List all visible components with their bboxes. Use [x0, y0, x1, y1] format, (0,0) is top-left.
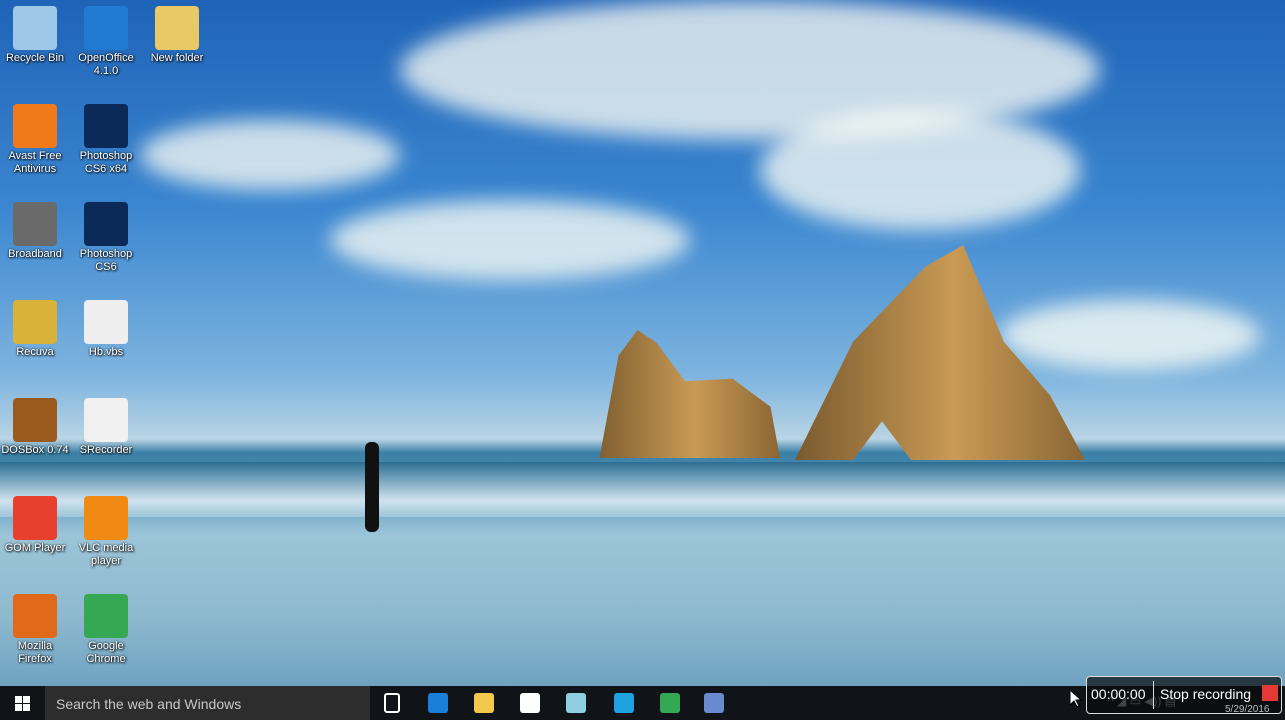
mouse-cursor-icon	[1070, 690, 1082, 708]
recorder-overlay: 00:00:00 Stop recording 5/29/2016	[1086, 676, 1282, 715]
desktop-icon[interactable]: GOM Player	[0, 496, 70, 555]
file-explorer-icon[interactable]	[474, 693, 494, 713]
desktop-icon-label: Broadband	[8, 248, 62, 260]
desktop-icon[interactable]: DOSBox 0.74	[0, 398, 70, 457]
desktop-icon-label: Photoshop CS6	[79, 248, 133, 273]
desktop-icon[interactable]: Google Chrome	[71, 594, 141, 666]
recuva-icon	[13, 300, 57, 344]
search-box[interactable]: Search the web and Windows	[45, 686, 370, 720]
chrome-icon[interactable]	[660, 693, 680, 713]
start-button[interactable]	[0, 686, 45, 720]
clock-date: 5/29/2016	[1225, 704, 1270, 715]
desktop-icon[interactable]: Mozilla Firefox	[0, 594, 70, 666]
desktop-icon[interactable]: SRecorder	[71, 398, 141, 457]
photoshop-icon	[84, 202, 128, 246]
desktop-icon-label: Mozilla Firefox	[17, 640, 53, 665]
desktop-icon-label: Hb.vbs	[88, 346, 124, 358]
divider	[1153, 681, 1154, 709]
firefox-icon	[13, 594, 57, 638]
stop-square-icon[interactable]	[1262, 685, 1278, 701]
desktop-icon[interactable]: Recuva	[0, 300, 70, 359]
desktop-icon[interactable]: New folder	[142, 6, 212, 65]
desktop-icon-label: Google Chrome	[86, 640, 126, 665]
notepad-icon[interactable]	[566, 693, 586, 713]
desktop-icon[interactable]: Avast Free Antivirus	[0, 104, 70, 176]
desktop-icon-label: GOM Player	[4, 542, 66, 554]
task-view-icon[interactable]	[384, 693, 400, 713]
recycle-bin-icon	[13, 6, 57, 50]
network-app-icon[interactable]	[704, 693, 724, 713]
edge-icon[interactable]	[428, 693, 448, 713]
desktop-icon-label: Recycle Bin	[5, 52, 65, 64]
desktop-icon-label: Recuva	[16, 346, 54, 358]
avast-icon	[13, 104, 57, 148]
recording-timer: 00:00:00	[1091, 686, 1146, 702]
openoffice-icon	[84, 6, 128, 50]
evo-icon	[13, 202, 57, 246]
desktop-icon-label: Photoshop CS6 x64	[79, 150, 133, 175]
dosbox-icon	[13, 398, 57, 442]
search-placeholder: Search the web and Windows	[56, 696, 242, 712]
desktop-icon[interactable]: Hb.vbs	[71, 300, 141, 359]
runner-silhouette	[365, 442, 379, 532]
vlc-icon	[84, 496, 128, 540]
skype-icon[interactable]	[614, 693, 634, 713]
photoshop-icon	[84, 104, 128, 148]
folder-icon	[155, 6, 199, 50]
desktop-icon[interactable]: Recycle Bin	[0, 6, 70, 65]
stop-recording-button[interactable]: Stop recording	[1160, 686, 1251, 702]
srecorder-icon	[84, 398, 128, 442]
desktop-icon[interactable]: Photoshop CS6 x64	[71, 104, 141, 176]
windows-logo-icon	[15, 695, 30, 711]
desktop-icon[interactable]: Broadband	[0, 202, 70, 261]
chrome-icon	[84, 594, 128, 638]
desktop-icon[interactable]: Photoshop CS6	[71, 202, 141, 274]
desktop-icon-label: New folder	[150, 52, 204, 64]
desktop-icon[interactable]: VLC media player	[71, 496, 141, 568]
gom-player-icon	[13, 496, 57, 540]
desktop-icon-label: VLC media player	[78, 542, 134, 567]
desktop-icon-label: OpenOffice 4.1.0	[78, 52, 134, 77]
desktop-icon-label: DOSBox 0.74	[1, 444, 69, 456]
desktop-icon[interactable]: OpenOffice 4.1.0	[71, 6, 141, 78]
desktop-wallpaper	[0, 0, 1285, 686]
desktop-icon-label: SRecorder	[79, 444, 133, 456]
desktop-icon-label: Avast Free Antivirus	[8, 150, 62, 175]
store-icon[interactable]	[520, 693, 540, 713]
script-file-icon	[84, 300, 128, 344]
